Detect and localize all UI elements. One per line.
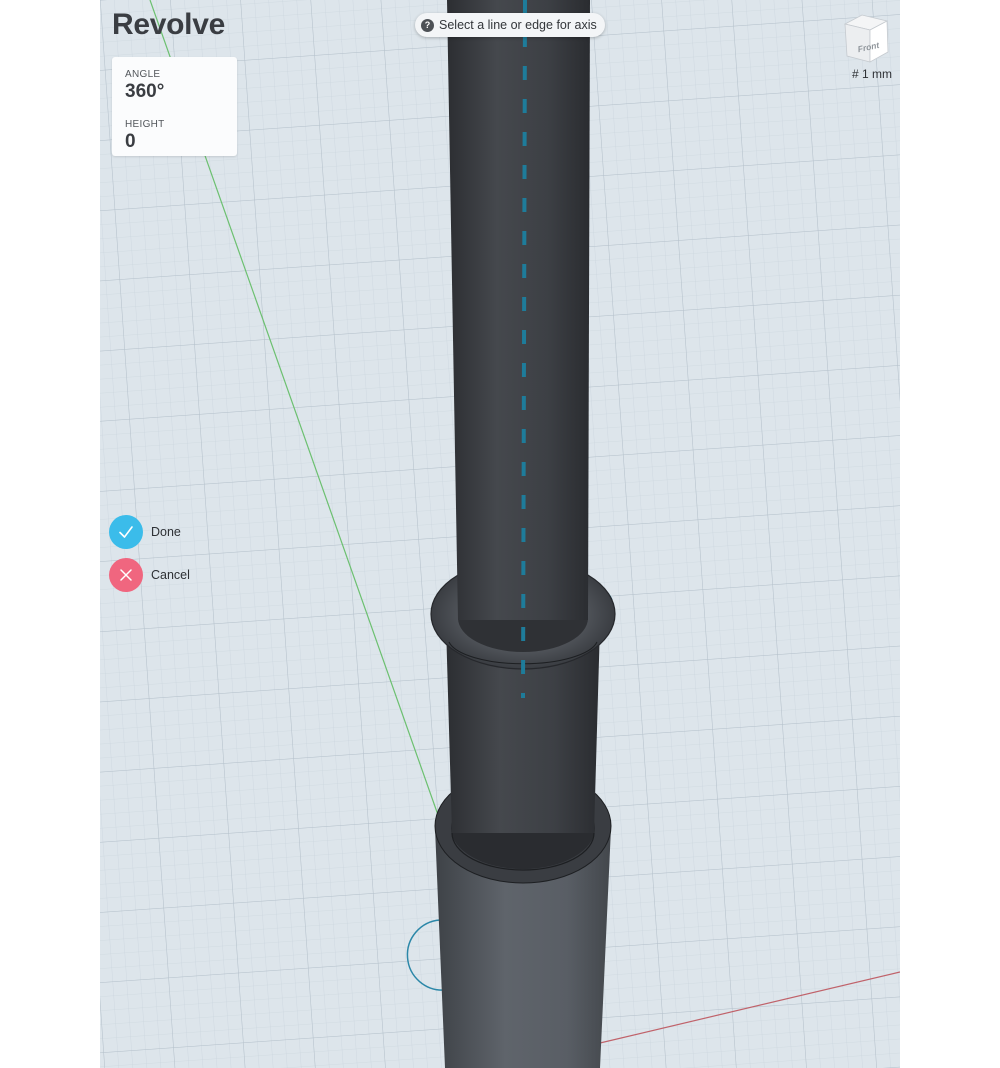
cancel-button[interactable]: Cancel xyxy=(109,558,190,592)
view-cube[interactable]: Front xyxy=(840,12,892,66)
done-label[interactable]: Done xyxy=(151,525,181,539)
parameter-panel: ANGLE 360° HEIGHT 0 xyxy=(112,57,237,156)
upper-rod[interactable] xyxy=(447,0,590,620)
check-icon[interactable] xyxy=(109,515,143,549)
close-icon[interactable] xyxy=(109,558,143,592)
3d-viewport[interactable] xyxy=(100,0,900,1068)
angle-field[interactable]: ANGLE 360° xyxy=(125,69,164,103)
question-icon: ? xyxy=(421,18,434,32)
axis-hint-text: Select a line or edge for axis xyxy=(439,18,597,32)
height-value[interactable]: 0 xyxy=(125,131,165,153)
angle-value[interactable]: 360° xyxy=(125,81,164,103)
cancel-label[interactable]: Cancel xyxy=(151,568,190,582)
tool-title: Revolve xyxy=(112,8,225,41)
axis-hint-pill: ? Select a line or edge for axis xyxy=(415,13,605,37)
height-field[interactable]: HEIGHT 0 xyxy=(125,119,165,153)
angle-label: ANGLE xyxy=(125,69,161,80)
canvas-area[interactable]: Revolve ? Select a line or edge for axis… xyxy=(100,0,900,1068)
done-button[interactable]: Done xyxy=(109,515,181,549)
grid-unit-label: # 1 mm xyxy=(852,67,893,81)
height-label: HEIGHT xyxy=(125,119,165,130)
